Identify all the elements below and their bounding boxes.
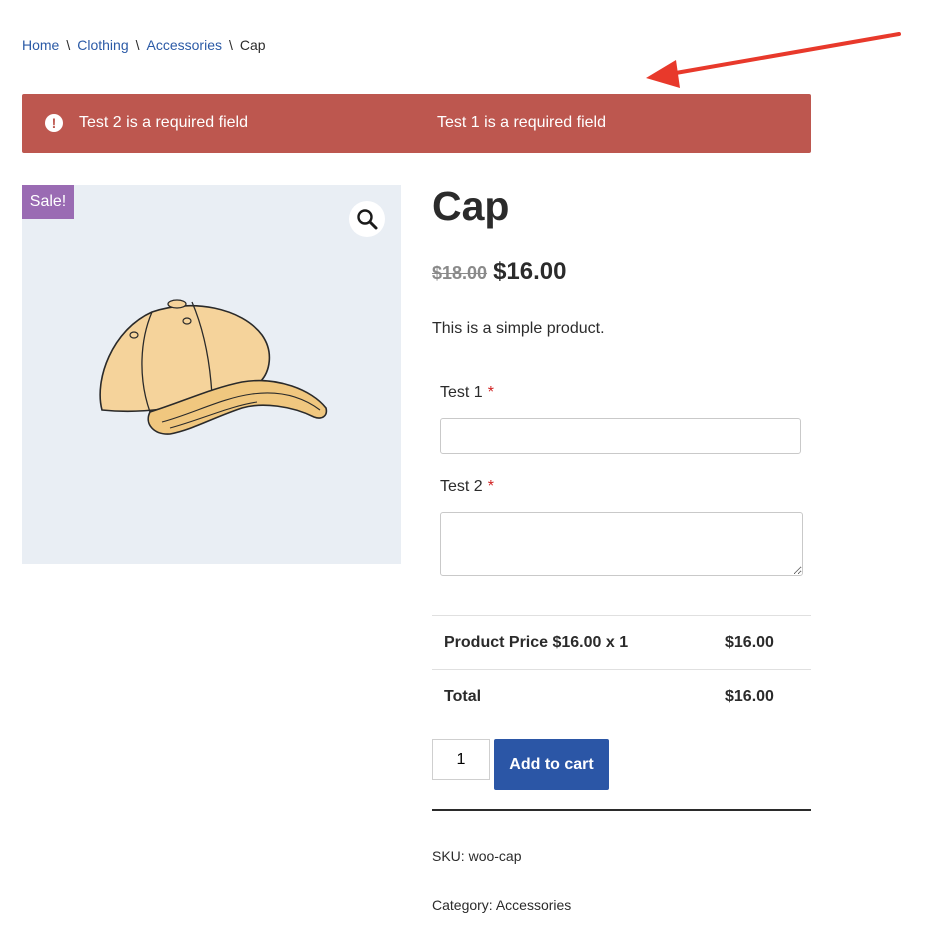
addon-totals-table: Product Price $16.00 x 1 $16.00 Total $1… bbox=[432, 615, 811, 723]
exclamation-circle-icon: ! bbox=[45, 114, 63, 132]
quantity-input[interactable] bbox=[432, 739, 490, 780]
test2-textarea[interactable] bbox=[440, 512, 803, 576]
table-row: Product Price $16.00 x 1 $16.00 bbox=[432, 615, 811, 669]
test1-label-text: Test 1 bbox=[440, 384, 483, 401]
required-mark: * bbox=[487, 478, 494, 495]
category-line: Category: Accessories bbox=[432, 897, 571, 913]
breadcrumb: Home \ Clothing \ Accessories \ Cap bbox=[22, 37, 266, 53]
error-notice: ! Test 2 is a required field Test 1 is a… bbox=[22, 94, 811, 153]
error-message-test2: Test 2 is a required field bbox=[79, 114, 248, 131]
breadcrumb-current: Cap bbox=[239, 37, 266, 53]
product-price-value: $16.00 bbox=[725, 634, 774, 651]
magnifier-icon bbox=[357, 209, 378, 230]
test1-label: Test 1 * bbox=[440, 384, 494, 402]
sku-line: SKU: woo-cap bbox=[432, 848, 522, 864]
sale-price: $16.00 bbox=[493, 258, 567, 285]
test2-label-text: Test 2 bbox=[440, 478, 483, 495]
total-value: $16.00 bbox=[725, 688, 774, 705]
product-short-description: This is a simple product. bbox=[432, 320, 605, 337]
regular-price: $18.00 bbox=[432, 263, 488, 283]
product-price-label: Product Price $16.00 x 1 bbox=[444, 634, 629, 651]
total-label: Total bbox=[444, 688, 482, 705]
product-price: $18.00 $16.00 bbox=[432, 258, 566, 286]
breadcrumb-separator: \ bbox=[228, 37, 233, 53]
category-label: Category: bbox=[432, 897, 493, 913]
zoom-button[interactable] bbox=[349, 201, 385, 237]
product-title: Cap bbox=[432, 183, 510, 229]
breadcrumb-home[interactable]: Home bbox=[22, 37, 59, 53]
required-mark: * bbox=[487, 384, 494, 401]
breadcrumb-accessories[interactable]: Accessories bbox=[147, 37, 222, 53]
add-to-cart-button[interactable]: Add to cart bbox=[494, 739, 609, 790]
sku-label: SKU: bbox=[432, 848, 465, 864]
product-gallery: Sale! bbox=[22, 185, 401, 564]
category-link[interactable]: Accessories bbox=[496, 897, 571, 913]
sku-value: woo-cap bbox=[468, 848, 522, 864]
breadcrumb-separator: \ bbox=[135, 37, 140, 53]
cap-image bbox=[99, 299, 328, 435]
sale-badge: Sale! bbox=[22, 185, 74, 219]
error-message-test1: Test 1 is a required field bbox=[437, 114, 606, 131]
table-row: Total $16.00 bbox=[432, 669, 811, 723]
divider bbox=[432, 809, 811, 811]
test1-input[interactable] bbox=[440, 418, 801, 454]
breadcrumb-separator: \ bbox=[66, 37, 71, 53]
breadcrumb-clothing[interactable]: Clothing bbox=[77, 37, 128, 53]
test2-label: Test 2 * bbox=[440, 478, 494, 496]
